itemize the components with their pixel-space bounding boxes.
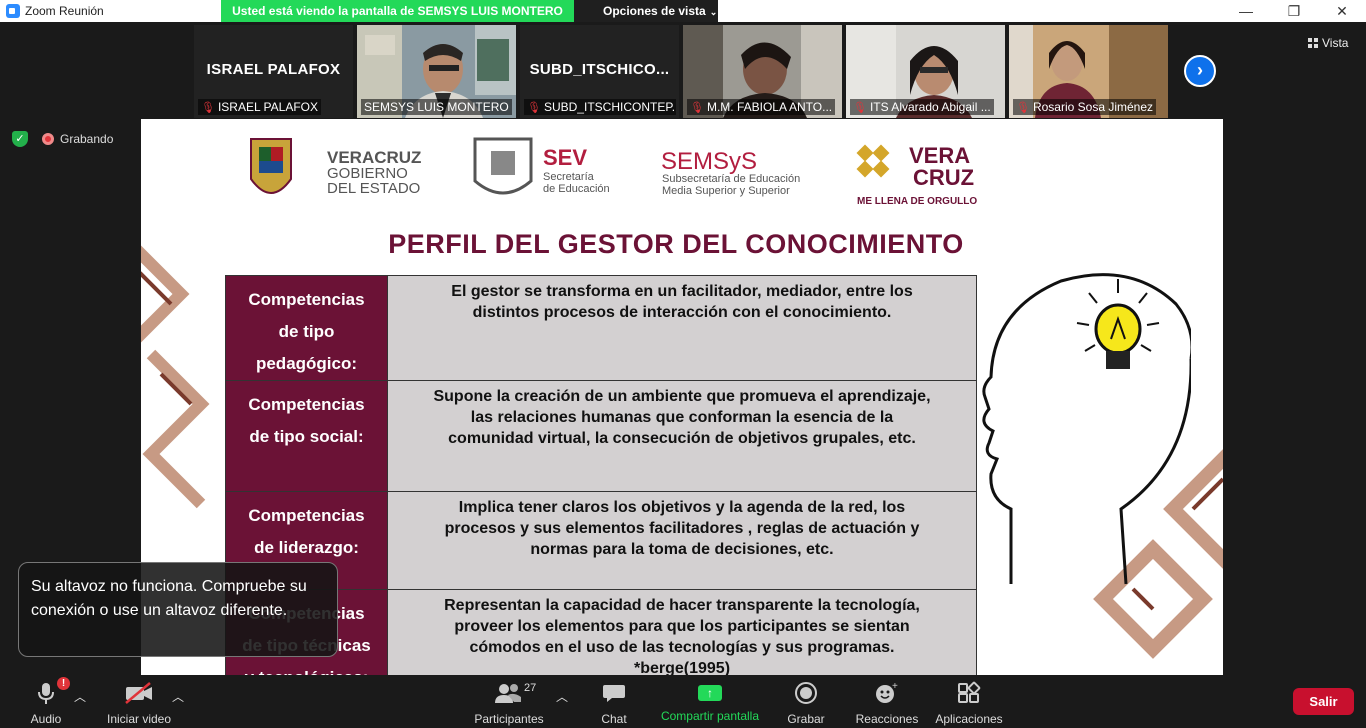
- participant-label: 🎙︎ Rosario Sosa Jiménez: [1013, 99, 1157, 115]
- audio-button[interactable]: ! Audio: [28, 677, 70, 726]
- start-video-button[interactable]: Iniciar video: [104, 681, 174, 726]
- veracruz-brand-line-2: CRUZ: [913, 165, 974, 190]
- gallery-next-button[interactable]: ›: [1184, 55, 1216, 87]
- participant-tile-active-speaker[interactable]: SEMSYS LUIS MONTERO: [357, 25, 516, 118]
- decorative-pattern-left: [141, 245, 210, 509]
- row-description: Implica tener claros los objetivos y la …: [387, 491, 977, 590]
- muted-mic-icon: 🎙︎: [853, 102, 867, 114]
- share-screen-button[interactable]: ↑ Compartir pantalla: [657, 681, 763, 723]
- participant-tile[interactable]: SUBD_ITSCHICO... 🎙︎ SUBD_ITSCHICONTEP...: [520, 25, 679, 118]
- sev-logo-title: SEV: [543, 145, 587, 170]
- semsys-logo: SEMSyS Subsecretaría de Educación Media …: [661, 148, 800, 197]
- participant-tile[interactable]: 🎙︎ M.M. FABIOLA ANTO...: [683, 25, 842, 118]
- security-shield-icon[interactable]: ✓: [12, 131, 28, 147]
- participant-tile[interactable]: 🎙︎ ITS Alvarado Abigail ...: [846, 25, 1005, 118]
- minimize-icon[interactable]: —: [1222, 0, 1270, 22]
- close-icon[interactable]: ✕: [1318, 0, 1366, 22]
- participant-gallery: ISRAEL PALAFOX 🎙︎ ISRAEL PALAFOX SEMSYS L…: [194, 25, 1168, 118]
- table-row: Competencias de liderazgo: Implica tener …: [225, 491, 977, 590]
- veracruz-brand-logo: VERA CRUZ ME LLENA DE ORGULLO: [856, 143, 977, 207]
- participant-tile[interactable]: 🎙︎ Rosario Sosa Jiménez: [1009, 25, 1168, 118]
- participant-name-large: ISRAEL PALAFOX: [206, 61, 341, 78]
- record-button[interactable]: Grabar: [784, 681, 828, 726]
- sev-logo-line-1: Secretaría: [543, 171, 595, 183]
- chat-button[interactable]: Chat: [596, 681, 632, 726]
- participant-name-large: SUBD_ITSCHICO...: [529, 61, 670, 78]
- chat-icon: [603, 685, 625, 702]
- apps-label: Aplicaciones: [935, 712, 1003, 726]
- row-heading: Competencias de tipo pedagógico:: [225, 275, 388, 381]
- sev-logo-line-2: de Educación: [543, 183, 610, 195]
- veracruz-logo-line-3: DEL ESTADO: [327, 180, 420, 197]
- recording-indicator[interactable]: Grabando: [42, 131, 113, 147]
- apps-button[interactable]: Aplicaciones: [931, 681, 1007, 726]
- screen-share-banner: Usted está viendo la pantalla de SEMSYS …: [221, 0, 574, 22]
- participants-options-caret-icon[interactable]: ︿: [556, 688, 568, 705]
- logo-header: VERACRUZ GOBIERNO DEL ESTADO SEV Secreta…: [250, 137, 977, 207]
- view-button[interactable]: Vista: [1308, 36, 1348, 50]
- window-title: Zoom Reunión: [25, 4, 104, 18]
- reactions-button[interactable]: + Reacciones: [854, 681, 920, 726]
- video-options-caret-icon[interactable]: ︿: [172, 688, 184, 705]
- zoom-app-icon: [6, 4, 20, 18]
- record-label: Grabar: [787, 712, 825, 726]
- restore-icon[interactable]: ❐: [1270, 0, 1318, 22]
- participant-label: 🎙︎ ITS Alvarado Abigail ...: [850, 99, 994, 115]
- participants-icon: [495, 684, 521, 703]
- row-description: Representan la capacidad de hacer transp…: [387, 589, 977, 675]
- muted-mic-icon: 🎙︎: [1016, 102, 1030, 114]
- microphone-icon: [38, 683, 54, 704]
- veracruz-coat-of-arms-logo: VERACRUZ GOBIERNO DEL ESTADO: [250, 138, 421, 197]
- participant-label: 🎙︎ M.M. FABIOLA ANTO...: [687, 99, 836, 115]
- record-icon: [795, 682, 817, 704]
- participant-tile[interactable]: ISRAEL PALAFOX 🎙︎ ISRAEL PALAFOX: [194, 25, 353, 118]
- audio-label: Audio: [30, 712, 62, 726]
- table-row: Competencias de tipo social: Supone la cr…: [225, 380, 977, 492]
- view-options-label: Opciones de vista: [603, 4, 706, 18]
- chat-label: Chat: [601, 712, 627, 726]
- participant-label: 🎙︎ ISRAEL PALAFOX: [198, 99, 322, 115]
- sev-logo: SEV Secretaría de Educación: [473, 137, 610, 195]
- start-video-label: Iniciar video: [106, 712, 172, 726]
- participants-count: 27: [524, 682, 537, 694]
- share-screen-icon: ↑: [698, 685, 722, 701]
- veracruz-brand-tagline: ME LLENA DE ORGULLO: [857, 196, 977, 207]
- speaker-warning-toast: Su altavoz no funciona. Compruebe su con…: [18, 562, 338, 657]
- share-screen-label: Compartir pantalla: [660, 709, 760, 723]
- muted-mic-icon: 🎙︎: [201, 102, 215, 114]
- svg-text:+: +: [892, 681, 898, 692]
- video-off-icon: [125, 682, 152, 704]
- row-heading: Competencias de tipo social:: [225, 380, 388, 492]
- apps-icon: [958, 681, 981, 703]
- head-lightbulb-illustration: [982, 273, 1191, 585]
- muted-mic-icon: 🎙︎: [690, 102, 704, 114]
- view-options-button[interactable]: Opciones de vista ⌄: [574, 0, 718, 22]
- chevron-down-icon: ⌄: [709, 7, 718, 17]
- audio-options-caret-icon[interactable]: ︿: [74, 688, 86, 705]
- grid-icon: [1308, 38, 1318, 48]
- muted-mic-icon: 🎙︎: [527, 102, 541, 114]
- reactions-icon: +: [876, 681, 898, 703]
- semsys-logo-line-2: Media Superior y Superior: [662, 185, 790, 197]
- row-description: El gestor se transforma en un facilitado…: [387, 275, 977, 381]
- semsys-logo-line-1: Subsecretaría de Educación: [662, 173, 800, 185]
- record-dot-icon: [42, 133, 54, 145]
- participants-label: Participantes: [474, 712, 544, 726]
- row-description: Supone la creación de un ambiente que pr…: [387, 380, 977, 492]
- table-row: Competencias de tipo pedagógico: El gestor…: [225, 275, 977, 381]
- table-row: Competenciasde tipo técnicasy tecnológic…: [225, 589, 977, 675]
- window-controls: — ❐ ✕: [1222, 0, 1366, 22]
- participant-label: SEMSYS LUIS MONTERO: [361, 99, 512, 115]
- participants-button[interactable]: 27 Participantes: [470, 681, 548, 726]
- reactions-label: Reacciones: [855, 712, 919, 726]
- slide-title: PERFIL DEL GESTOR DEL CONOCIMIENTO: [388, 229, 964, 259]
- semsys-logo-title: SEMSyS: [661, 148, 757, 175]
- leave-meeting-button[interactable]: Salir: [1293, 688, 1354, 715]
- audio-warning-badge: !: [57, 677, 70, 690]
- participant-label: 🎙︎ SUBD_ITSCHICONTEP...: [524, 99, 676, 115]
